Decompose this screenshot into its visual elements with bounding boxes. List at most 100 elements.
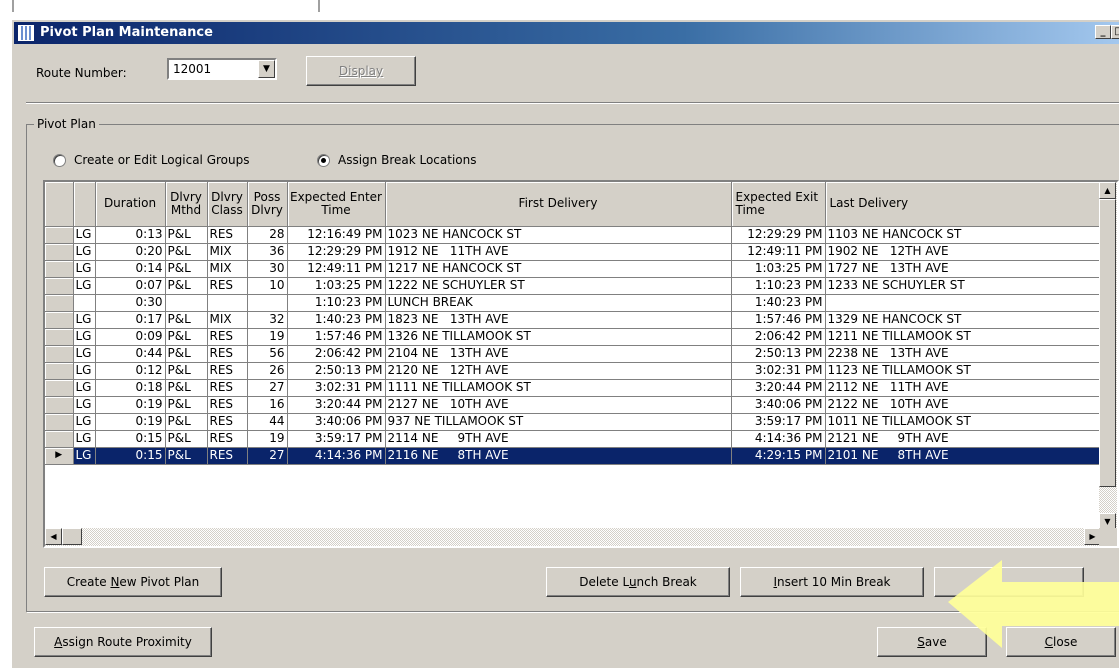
last-delivery-cell[interactable]: 1011 NE TILLAMOOK ST — [825, 413, 1102, 431]
expected-exit-cell[interactable]: 3:40:06 PM — [731, 396, 826, 414]
dlvry-class-cell[interactable]: RES — [207, 430, 248, 448]
first-delivery-cell[interactable]: 2104 NE 13TH AVE — [385, 345, 732, 363]
row-selector[interactable] — [45, 226, 74, 244]
type-cell[interactable]: LG — [73, 260, 96, 278]
first-delivery-cell[interactable]: 2127 NE 10TH AVE — [385, 396, 732, 414]
row-selector[interactable] — [45, 311, 74, 329]
type-cell[interactable]: LG — [73, 379, 96, 397]
expected-enter-cell[interactable]: 2:06:42 PM — [287, 345, 386, 363]
table-row[interactable]: LG 0:13 P&L RES 28 12:16:49 PM 1023 NE HANCOCK… — [45, 226, 1102, 244]
title-bar[interactable]: Pivot Plan Maintenance _ □ — [14, 22, 1119, 44]
expected-exit-cell[interactable]: 3:20:44 PM — [731, 379, 826, 397]
close-button[interactable]: Close — [1006, 627, 1116, 657]
duration-cell[interactable]: 0:44 — [95, 345, 166, 363]
row-selector[interactable] — [45, 430, 74, 448]
expected-enter-cell[interactable]: 1:40:23 PM — [287, 311, 386, 329]
vertical-scroll-thumb[interactable] — [1099, 199, 1116, 487]
table-row[interactable]: LG 0:14 P&L MIX 30 12:49:11 PM 1217 NE HANCOCK… — [45, 260, 1102, 278]
duration-cell[interactable]: 0:18 — [95, 379, 166, 397]
last-delivery-cell[interactable]: 1902 NE 12TH AVE — [825, 243, 1102, 261]
first-delivery-header[interactable]: First Delivery — [385, 182, 732, 227]
expected-enter-header[interactable]: Expected Enter Time — [287, 182, 386, 227]
type-cell[interactable]: LG — [73, 396, 96, 414]
dlvry-mthd-cell[interactable]: P&L — [165, 362, 208, 380]
duration-cell[interactable]: 0:07 — [95, 277, 166, 295]
row-selector[interactable] — [45, 362, 74, 380]
type-cell[interactable]: LG — [73, 413, 96, 431]
table-row[interactable]: LG 0:17 P&L MIX 32 1:40:23 PM 1823 NE 13TH AVE… — [45, 311, 1102, 329]
expected-enter-cell[interactable]: 1:03:25 PM — [287, 277, 386, 295]
duration-cell[interactable]: 0:13 — [95, 226, 166, 244]
poss-dlvry-cell[interactable]: 44 — [247, 413, 288, 431]
duration-cell[interactable]: 0:17 — [95, 311, 166, 329]
dlvry-mthd-cell[interactable]: P&L — [165, 413, 208, 431]
expected-exit-cell[interactable]: 4:29:15 PM — [731, 447, 826, 465]
type-cell[interactable]: LG — [73, 430, 96, 448]
type-cell[interactable]: LG — [73, 277, 96, 295]
row-selector[interactable] — [45, 413, 74, 431]
expected-enter-cell[interactable]: 3:20:44 PM — [287, 396, 386, 414]
scroll-up-icon[interactable]: ▲ — [1099, 182, 1116, 199]
poss-dlvry-cell[interactable]: 27 — [247, 379, 288, 397]
expected-exit-cell[interactable]: 1:10:23 PM — [731, 277, 826, 295]
last-delivery-cell[interactable]: 1233 NE SCHUYLER ST — [825, 277, 1102, 295]
insert-10-min-break-button[interactable]: Insert 10 Min Break — [740, 567, 924, 597]
poss-dlvry-header[interactable]: Poss Dlvry — [247, 182, 288, 227]
type-cell[interactable]: LG — [73, 345, 96, 363]
dlvry-mthd-cell[interactable] — [165, 294, 208, 312]
type-cell[interactable]: LG — [73, 328, 96, 346]
table-row[interactable]: LG 0:19 P&L RES 16 3:20:44 PM 2127 NE 10TH AVE… — [45, 396, 1102, 414]
dlvry-class-cell[interactable]: RES — [207, 413, 248, 431]
create-new-pivot-plan-button[interactable]: Create New Pivot Plan — [44, 567, 222, 597]
type-cell[interactable] — [73, 294, 96, 312]
row-pointer-icon[interactable]: ▶ — [45, 447, 74, 465]
dlvry-mthd-cell[interactable]: P&L — [165, 226, 208, 244]
expected-exit-cell[interactable]: 1:57:46 PM — [731, 311, 826, 329]
maximize-icon[interactable]: □ — [1111, 25, 1119, 39]
poss-dlvry-cell[interactable]: 56 — [247, 345, 288, 363]
table-row[interactable]: LG 0:09 P&L RES 19 1:57:46 PM 1326 NE TILLAMOO… — [45, 328, 1102, 346]
dlvry-class-cell[interactable]: RES — [207, 447, 248, 465]
row-selector[interactable] — [45, 260, 74, 278]
expected-enter-cell[interactable]: 12:16:49 PM — [287, 226, 386, 244]
chevron-down-icon[interactable]: ▼ — [258, 60, 275, 78]
poss-dlvry-cell[interactable]: 27 — [247, 447, 288, 465]
poss-dlvry-cell[interactable]: 19 — [247, 328, 288, 346]
dlvry-mthd-cell[interactable]: P&L — [165, 345, 208, 363]
first-delivery-cell[interactable]: 1912 NE 11TH AVE — [385, 243, 732, 261]
dlvry-mthd-cell[interactable]: P&L — [165, 260, 208, 278]
scroll-left-icon[interactable]: ◀ — [45, 528, 62, 545]
duration-cell[interactable]: 0:30 — [95, 294, 166, 312]
expected-exit-cell[interactable]: 3:59:17 PM — [731, 413, 826, 431]
last-delivery-cell[interactable]: 1211 NE TILLAMOOK ST — [825, 328, 1102, 346]
dlvry-class-cell[interactable]: RES — [207, 226, 248, 244]
poss-dlvry-cell[interactable]: 26 — [247, 362, 288, 380]
table-row[interactable]: LG 0:15 P&L RES 19 3:59:17 PM 2114 NE 9TH AVE 4… — [45, 430, 1102, 448]
expected-exit-cell[interactable]: 12:29:29 PM — [731, 226, 826, 244]
poss-dlvry-cell[interactable]: 19 — [247, 430, 288, 448]
last-delivery-cell[interactable]: 2121 NE 9TH AVE — [825, 430, 1102, 448]
dlvry-class-header[interactable]: Dlvry Class — [207, 182, 248, 227]
dlvry-class-cell[interactable]: RES — [207, 277, 248, 295]
assign-route-proximity-button[interactable]: Assign Route Proximity — [34, 627, 212, 657]
row-selector[interactable] — [45, 396, 74, 414]
last-delivery-cell[interactable]: 2112 NE 11TH AVE — [825, 379, 1102, 397]
duration-header[interactable]: Duration — [95, 182, 166, 227]
pivot-plan-grid[interactable]: Duration Dlvry Mthd Dlvry Class Poss Dlv… — [43, 180, 1119, 548]
type-cell[interactable]: LG — [73, 447, 96, 465]
expected-enter-cell[interactable]: 3:02:31 PM — [287, 379, 386, 397]
last-delivery-header[interactable]: Last Delivery — [825, 182, 1102, 227]
expected-exit-cell[interactable]: 2:50:13 PM — [731, 345, 826, 363]
horizontal-scrollbar[interactable]: ◀ ▶ — [45, 528, 1101, 546]
poss-dlvry-cell[interactable] — [247, 294, 288, 312]
expected-enter-cell[interactable]: 2:50:13 PM — [287, 362, 386, 380]
expected-enter-cell[interactable]: 12:29:29 PM — [287, 243, 386, 261]
expected-exit-header[interactable]: Expected Exit Time — [731, 182, 826, 227]
dlvry-class-cell[interactable] — [207, 294, 248, 312]
dlvry-class-cell[interactable]: RES — [207, 362, 248, 380]
last-delivery-cell[interactable]: 1727 NE 13TH AVE — [825, 260, 1102, 278]
duration-cell[interactable]: 0:09 — [95, 328, 166, 346]
dlvry-class-cell[interactable]: RES — [207, 396, 248, 414]
table-row[interactable]: LG 0:44 P&L RES 56 2:06:42 PM 2104 NE 13TH AVE… — [45, 345, 1102, 363]
display-button[interactable]: Display — [306, 56, 416, 86]
